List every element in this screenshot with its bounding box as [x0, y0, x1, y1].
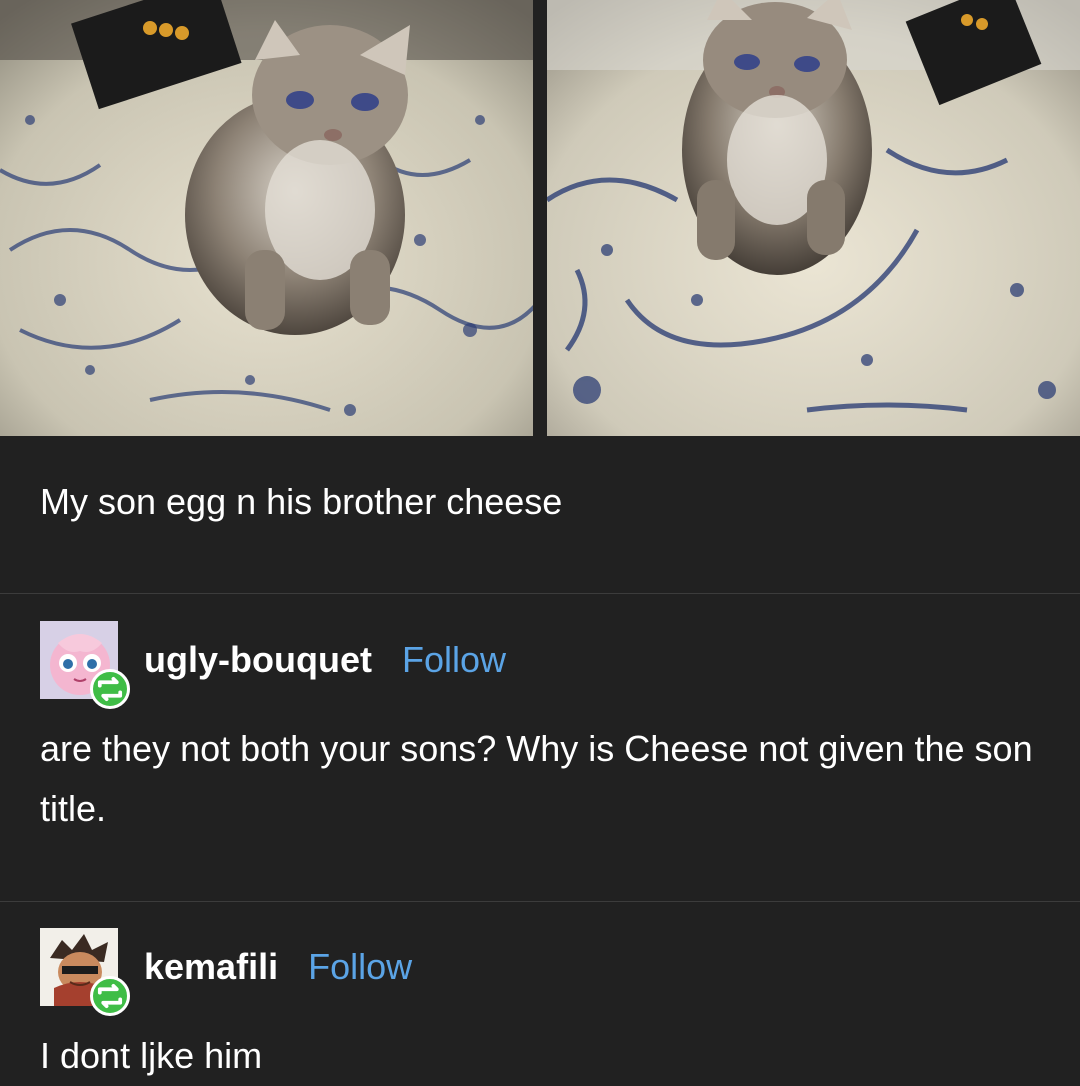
- reblog-icon: [90, 669, 130, 709]
- reply-username[interactable]: kemafili: [144, 946, 278, 988]
- reblog-arrows-icon: [97, 983, 123, 1009]
- reply-text: I dont ljke him: [40, 1035, 263, 1076]
- follow-button[interactable]: Follow: [402, 639, 506, 681]
- photo-set: [0, 0, 1080, 436]
- reblog-icon: [90, 976, 130, 1016]
- reply-item: ugly-bouquet Follow are they not both yo…: [40, 619, 1050, 839]
- reply-item: kemafili Follow I dont ljke him: [40, 926, 1050, 1086]
- pink-creature-avatar[interactable]: [40, 621, 130, 709]
- cartoon-character-avatar[interactable]: [40, 928, 130, 1016]
- divider: [0, 901, 1080, 902]
- reply-username[interactable]: ugly-bouquet: [144, 639, 372, 681]
- post-caption: My son egg n his brother cheese: [40, 481, 563, 522]
- kitten-photo-image: [547, 0, 1080, 436]
- divider: [0, 593, 1080, 594]
- kitten-cheese-photo[interactable]: [547, 0, 1080, 436]
- kitten-egg-photo[interactable]: [0, 0, 533, 436]
- reblog-arrows-icon: [97, 676, 123, 702]
- reply-header: ugly-bouquet Follow: [40, 619, 1050, 709]
- reply-header: kemafili Follow: [40, 926, 1050, 1016]
- follow-button[interactable]: Follow: [308, 946, 412, 988]
- reply-text: are they not both your sons? Why is Chee…: [40, 728, 1033, 829]
- kitten-photo-image: [0, 0, 533, 436]
